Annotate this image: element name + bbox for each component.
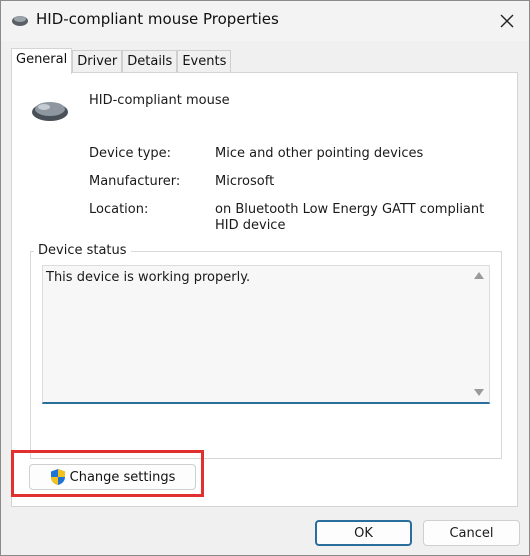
device-type-label: Device type: bbox=[89, 146, 172, 161]
device-status-label: Device status bbox=[34, 243, 131, 258]
close-icon bbox=[500, 14, 514, 28]
tab-general[interactable]: General bbox=[11, 48, 73, 74]
general-panel: HID-compliant mouse Device type: Mice an… bbox=[11, 72, 518, 507]
device-status-text: This device is working properly. bbox=[46, 270, 251, 285]
tab-events[interactable]: Events bbox=[177, 50, 232, 73]
mouse-icon bbox=[12, 16, 28, 26]
device-type-value: Mice and other pointing devices bbox=[215, 146, 424, 161]
device-status-textbox[interactable]: This device is working properly. bbox=[42, 265, 490, 404]
manufacturer-value: Microsoft bbox=[215, 174, 275, 189]
tab-strip: General Driver Details Events bbox=[11, 48, 232, 74]
tab-details[interactable]: Details bbox=[122, 50, 178, 73]
tab-driver[interactable]: Driver bbox=[72, 50, 123, 73]
scroll-down-arrow-icon[interactable] bbox=[474, 389, 484, 396]
device-name: HID-compliant mouse bbox=[89, 93, 230, 108]
manufacturer-label: Manufacturer: bbox=[89, 174, 181, 189]
properties-dialog: HID-compliant mouse Properties General D… bbox=[0, 0, 530, 556]
location-value: on Bluetooth Low Energy GATT compliant H… bbox=[215, 202, 485, 233]
window-title: HID-compliant mouse Properties bbox=[36, 10, 279, 28]
title-bar: HID-compliant mouse Properties bbox=[1, 1, 529, 41]
cancel-button[interactable]: Cancel bbox=[423, 520, 520, 546]
mouse-device-icon bbox=[32, 102, 68, 121]
uac-shield-icon bbox=[50, 469, 65, 485]
change-settings-button[interactable]: Change settings bbox=[29, 464, 196, 490]
ok-button[interactable]: OK bbox=[315, 520, 412, 546]
scroll-up-arrow-icon[interactable] bbox=[474, 272, 484, 279]
close-button[interactable] bbox=[493, 7, 521, 35]
change-settings-label: Change settings bbox=[69, 469, 176, 485]
location-label: Location: bbox=[89, 202, 149, 217]
